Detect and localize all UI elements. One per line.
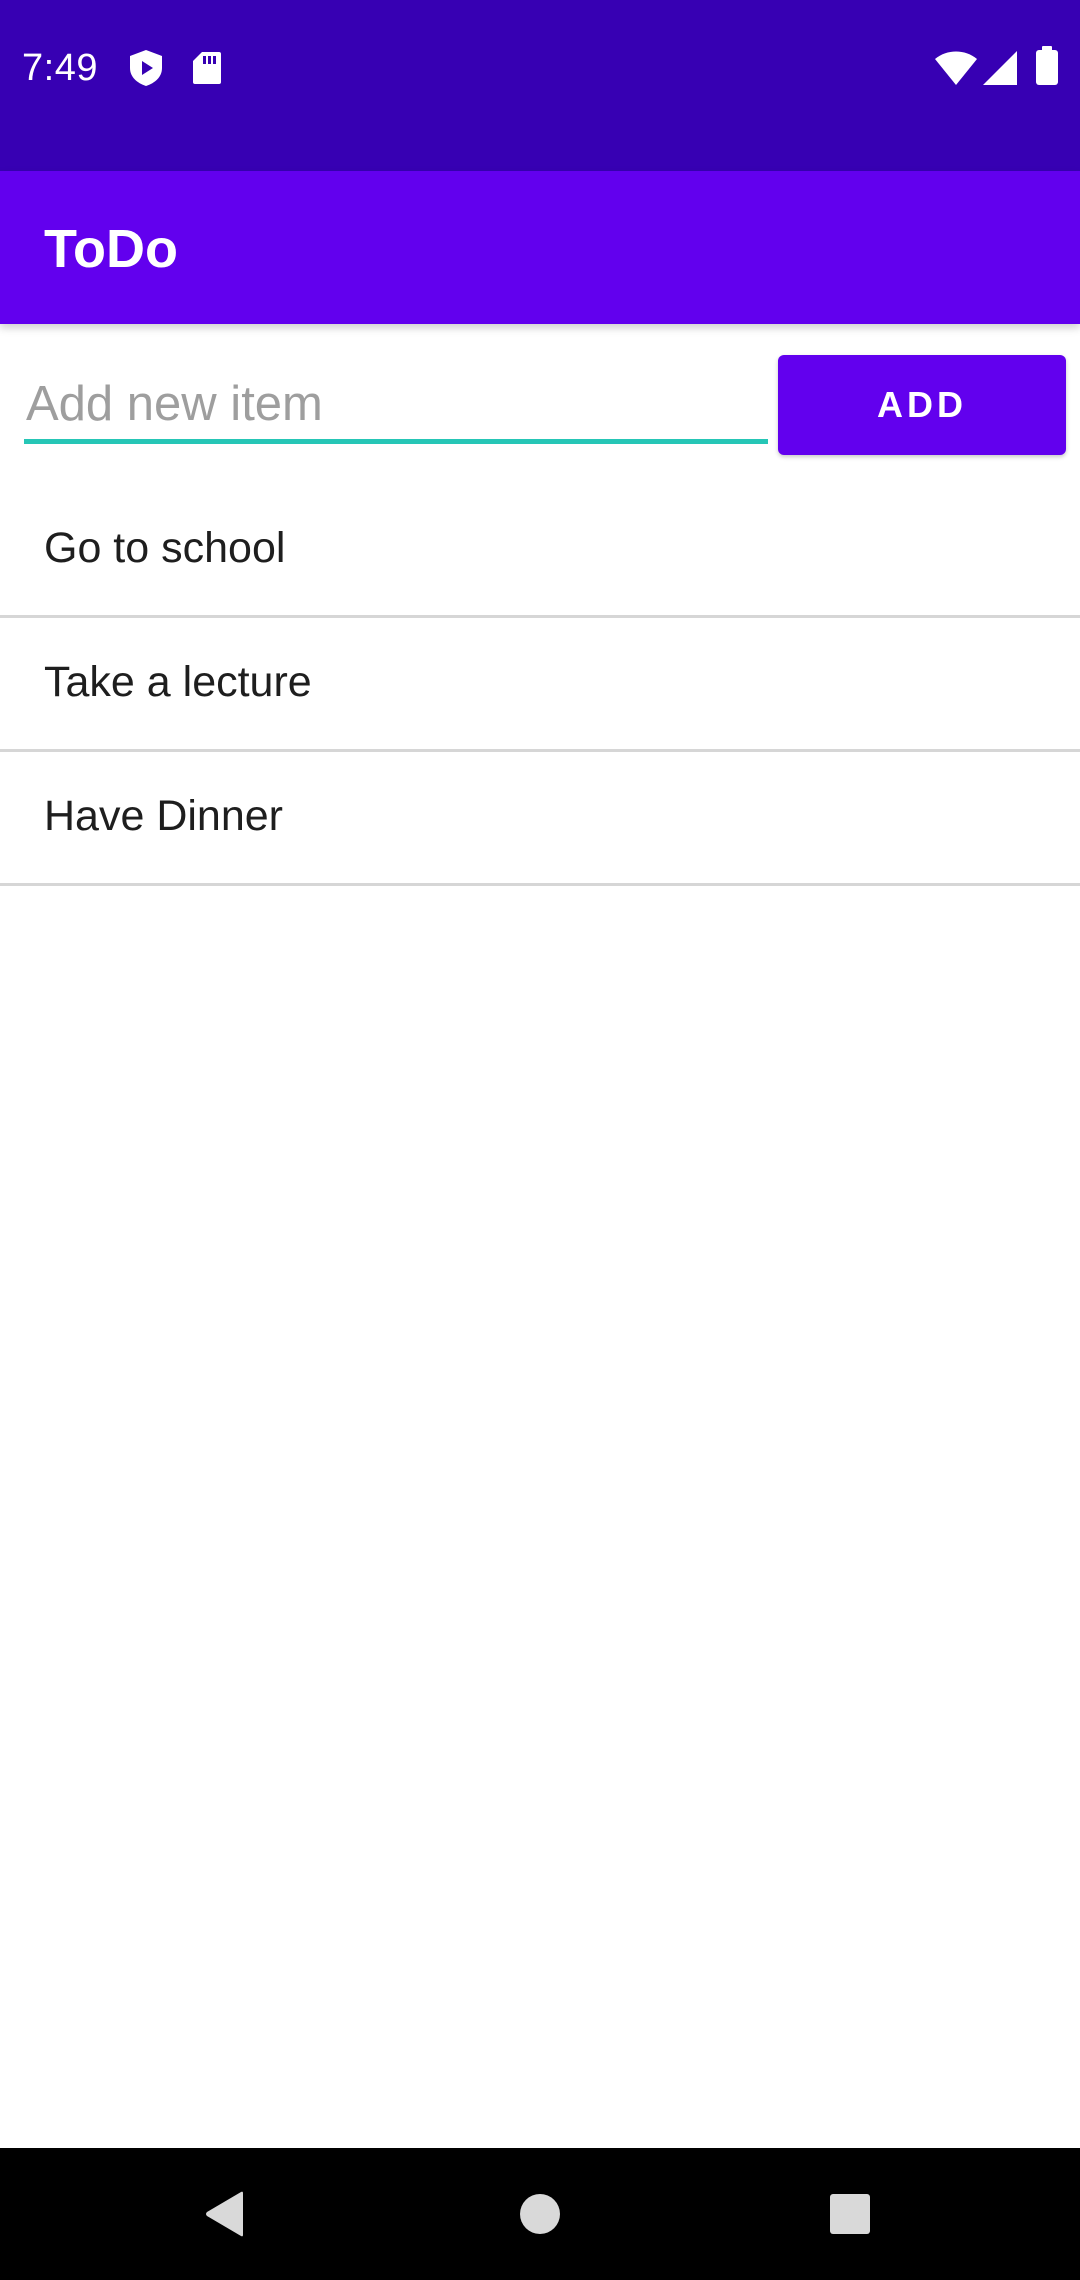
- todo-item-go-to-school[interactable]: Go to school: [0, 484, 1080, 618]
- status-bar: 7:49: [0, 0, 1080, 171]
- home-icon: [520, 2194, 560, 2234]
- play-protect-icon: [130, 50, 162, 86]
- back-icon: [206, 2191, 243, 2237]
- todo-item-label: Take a lecture: [44, 658, 312, 706]
- recents-button[interactable]: [760, 2148, 940, 2280]
- new-item-input[interactable]: [24, 368, 768, 444]
- todo-item-label: Go to school: [44, 524, 286, 572]
- wifi-icon: [935, 51, 977, 85]
- battery-icon: [1036, 46, 1058, 85]
- back-button[interactable]: [135, 2148, 315, 2280]
- recents-icon: [830, 2194, 870, 2234]
- status-time: 7:49: [22, 47, 98, 89]
- app-title: ToDo: [44, 219, 178, 279]
- app-bar: ToDo: [0, 171, 1080, 324]
- cell-signal-icon: [983, 51, 1017, 85]
- screen: 7:49 ToDo ADD: [0, 0, 1080, 2280]
- home-button[interactable]: [450, 2148, 630, 2280]
- add-button[interactable]: ADD: [778, 355, 1066, 455]
- todo-item-label: Have Dinner: [44, 792, 283, 840]
- navigation-bar: [0, 2148, 1080, 2280]
- todo-item-have-dinner[interactable]: Have Dinner: [0, 752, 1080, 886]
- todo-item-take-a-lecture[interactable]: Take a lecture: [0, 618, 1080, 752]
- sd-card-icon: [193, 52, 221, 84]
- todo-list: Go to school Take a lecture Have Dinner: [0, 484, 1080, 886]
